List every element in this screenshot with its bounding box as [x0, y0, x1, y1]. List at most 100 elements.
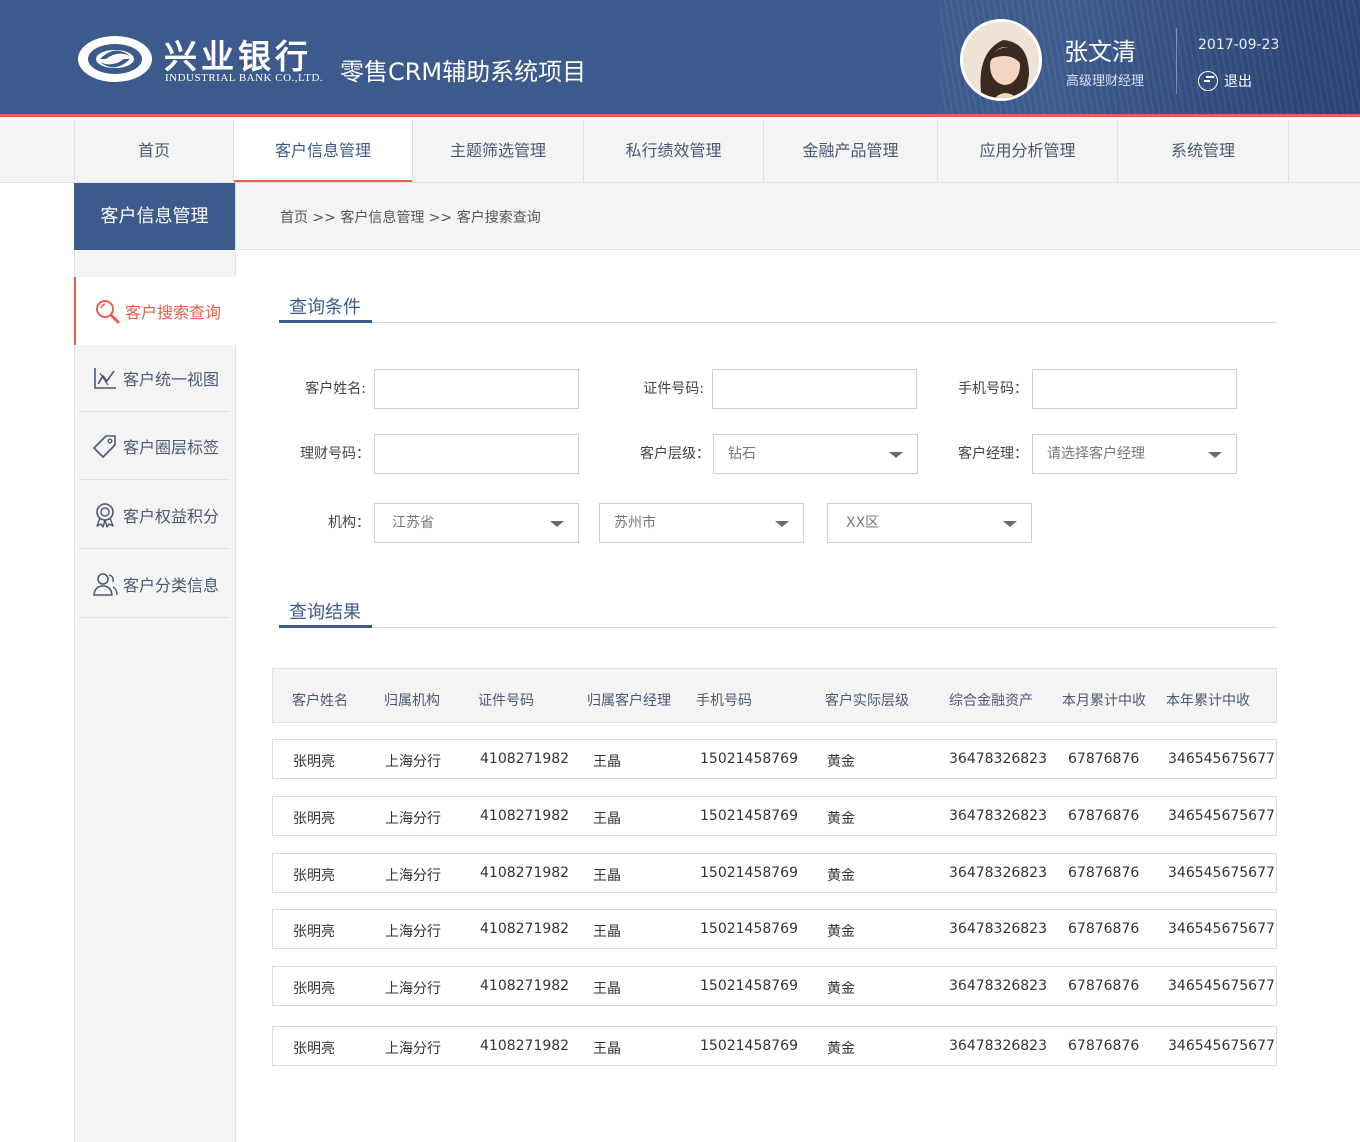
nav-item-private-performance[interactable]: 私行绩效管理: [584, 120, 764, 182]
user-name: 张文清: [1064, 38, 1136, 66]
cell-month-income: 67876876: [1068, 808, 1140, 824]
sidebar-item-label: 客户搜索查询: [125, 303, 222, 322]
cell-level: 黄金: [827, 981, 855, 997]
city-select-value: 苏州市: [614, 515, 656, 531]
sidebar-item-classification[interactable]: 客户分类信息: [79, 550, 230, 618]
sidebar-item-label: 客户分类信息: [123, 575, 220, 595]
cell-manager: 王晶: [593, 1041, 621, 1057]
province-select[interactable]: 江苏省: [374, 503, 579, 543]
header-accent-stripe: [0, 114, 1360, 117]
cell-month-income: 67876876: [1068, 751, 1140, 767]
table-row[interactable]: 张明亮 上海分行 4108271982 王晶 15021458769 黄金 36478326…: [272, 739, 1277, 779]
nav-item-app-analysis[interactable]: 应用分析管理: [938, 120, 1118, 182]
cell-id: 4108271982: [480, 978, 570, 994]
cell-id: 4108271982: [480, 865, 570, 881]
chevron-down-icon: [775, 521, 789, 527]
column-header-org[interactable]: 归属机构: [384, 690, 440, 710]
logout-icon: [1198, 71, 1218, 91]
badge-icon: [91, 501, 119, 529]
name-input[interactable]: [374, 369, 579, 409]
logout-button[interactable]: 退出: [1198, 70, 1252, 92]
nav-item-topic-filter[interactable]: 主题筛选管理: [413, 120, 584, 182]
nav-item-customer-info[interactable]: 客户信息管理: [234, 120, 413, 182]
id-label: 证件号码:: [643, 381, 704, 397]
city-select[interactable]: 苏州市: [599, 503, 804, 543]
bank-name-en: INDUSTRIAL BANK CO.,LTD.: [165, 72, 324, 84]
system-title: 零售CRM辅助系统项目: [340, 58, 587, 86]
column-header-phone[interactable]: 手机号码: [696, 690, 752, 710]
cell-name: 张明亮: [293, 981, 335, 997]
cell-month-income: 67876876: [1068, 921, 1140, 937]
chart-icon: [91, 364, 119, 392]
chevron-down-icon: [1208, 452, 1222, 458]
sidebar-item-unified-view[interactable]: 客户统一视图: [79, 344, 230, 412]
manager-select[interactable]: 请选择客户经理: [1032, 434, 1237, 474]
cell-manager: 王晶: [593, 811, 621, 827]
sidebar-item-label: 客户圈层标签: [123, 437, 220, 457]
chevron-down-icon: [889, 452, 903, 458]
wealth-number-input[interactable]: [374, 434, 579, 474]
header-divider: [1176, 28, 1177, 94]
avatar[interactable]: [960, 19, 1042, 101]
cell-level: 黄金: [827, 811, 855, 827]
level-select[interactable]: 钻石: [713, 434, 918, 474]
column-header-manager[interactable]: 归属客户经理: [587, 690, 671, 710]
cell-assets: 36478326823: [949, 751, 1047, 767]
cell-id: 4108271982: [480, 751, 570, 767]
user-role: 高级理财经理: [1066, 74, 1145, 89]
search-icon: [93, 297, 121, 325]
main-nav: 首页 客户信息管理 主题筛选管理 私行绩效管理 金融产品管理 应用分析管理 系统…: [0, 120, 1360, 183]
cell-assets: 36478326823: [949, 921, 1047, 937]
id-number-input[interactable]: [712, 369, 917, 409]
cell-name: 张明亮: [293, 754, 335, 770]
district-select-value: XX区: [846, 515, 880, 531]
breadcrumb: 首页 >> 客户信息管理 >> 客户搜索查询: [280, 210, 541, 226]
cell-manager: 王晶: [593, 868, 621, 884]
sidebar-item-customer-search[interactable]: 客户搜索查询: [74, 277, 236, 345]
column-header-id[interactable]: 证件号码: [478, 690, 534, 710]
cell-assets: 36478326823: [949, 865, 1047, 881]
cell-phone: 15021458769: [700, 751, 798, 767]
current-date: 2017-09-23: [1198, 37, 1280, 53]
cell-assets: 36478326823: [949, 1038, 1047, 1054]
phone-input[interactable]: [1032, 369, 1237, 409]
cell-phone: 15021458769: [700, 921, 798, 937]
sidebar-item-label: 客户统一视图: [123, 369, 220, 389]
column-header-year-income[interactable]: 本年累计中收: [1166, 690, 1250, 710]
cell-month-income: 67876876: [1068, 978, 1140, 994]
column-header-level[interactable]: 客户实际层级: [825, 690, 909, 710]
cell-phone: 15021458769: [700, 865, 798, 881]
nav-item-system[interactable]: 系统管理: [1118, 120, 1289, 182]
nav-item-home[interactable]: 首页: [74, 120, 234, 182]
table-row[interactable]: 张明亮 上海分行 4108271982 王晶 15021458769 黄金 36478326…: [272, 909, 1277, 949]
cell-phone: 15021458769: [700, 978, 798, 994]
cell-name: 张明亮: [293, 1041, 335, 1057]
sidebar-item-rights-points[interactable]: 客户权益积分: [79, 481, 230, 549]
bank-name-cn: 兴业银行: [164, 37, 312, 76]
cell-manager: 王晶: [593, 754, 621, 770]
query-section-line: [279, 322, 1276, 323]
cell-phone: 15021458769: [700, 808, 798, 824]
sidebar-item-circle-tags[interactable]: 客户圈层标签: [79, 412, 230, 480]
table-row[interactable]: 张明亮 上海分行 4108271982 王晶 15021458769 黄金 36478326…: [272, 1026, 1277, 1066]
cell-year-income: 346545675677: [1168, 865, 1275, 881]
cell-id: 4108271982: [480, 1038, 570, 1054]
column-header-assets[interactable]: 综合金融资产: [949, 690, 1033, 710]
cell-level: 黄金: [827, 924, 855, 940]
bank-logo: [78, 36, 152, 82]
level-select-value: 钻石: [728, 446, 756, 462]
table-row[interactable]: 张明亮 上海分行 4108271982 王晶 15021458769 黄金 36478326…: [272, 853, 1277, 893]
cell-assets: 36478326823: [949, 808, 1047, 824]
results-table-header: 客户姓名 归属机构 证件号码 归属客户经理 手机号码 客户实际层级 综合金融资产…: [272, 668, 1277, 723]
column-header-name[interactable]: 客户姓名: [292, 690, 348, 710]
cell-id: 4108271982: [480, 808, 570, 824]
nav-item-financial-products[interactable]: 金融产品管理: [764, 120, 938, 182]
table-row[interactable]: 张明亮 上海分行 4108271982 王晶 15021458769 黄金 36478326…: [272, 796, 1277, 836]
cell-org: 上海分行: [385, 924, 441, 940]
phone-label: 手机号码：: [958, 381, 1028, 397]
cell-phone: 15021458769: [700, 1038, 798, 1054]
column-header-month-income[interactable]: 本月累计中收: [1062, 690, 1146, 710]
district-select[interactable]: XX区: [827, 503, 1032, 543]
chevron-down-icon: [1003, 521, 1017, 527]
table-row[interactable]: 张明亮 上海分行 4108271982 王晶 15021458769 黄金 36478326…: [272, 966, 1277, 1006]
